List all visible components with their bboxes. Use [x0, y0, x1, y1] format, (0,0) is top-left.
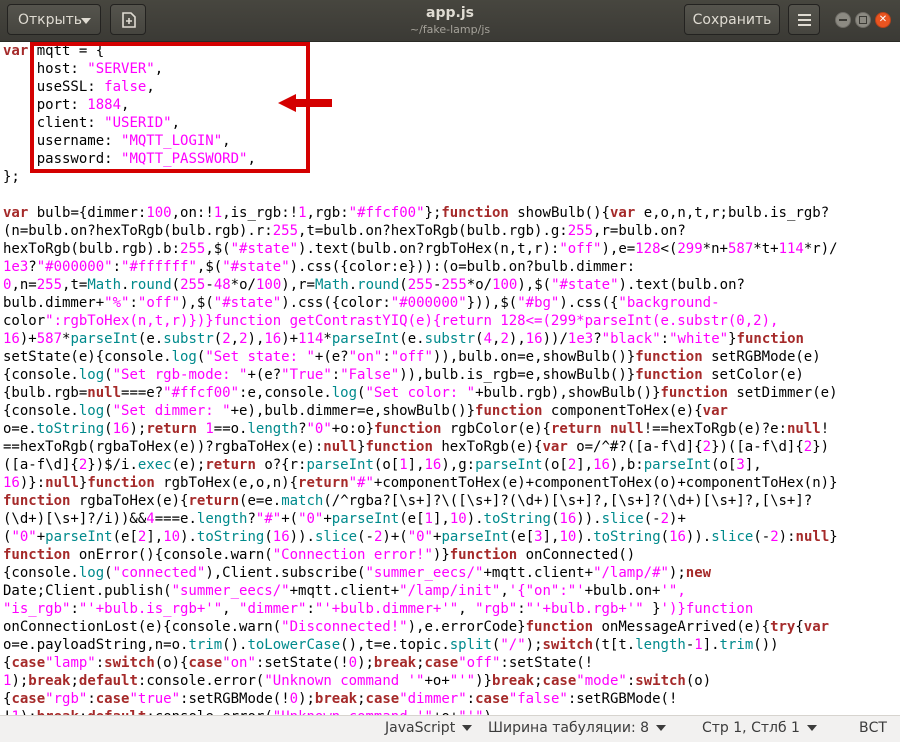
chevron-down-icon: [81, 18, 91, 24]
code-editor[interactable]: var mqtt = { host: "SERVER", useSSL: fal…: [0, 42, 900, 715]
open-button[interactable]: Открыть: [7, 4, 101, 35]
chevron-down-icon: [806, 725, 817, 731]
save-button[interactable]: Сохранить: [684, 4, 780, 35]
red-arrow-icon: [278, 94, 332, 112]
window-title: app.js: [426, 5, 474, 21]
chevron-down-icon: [656, 725, 667, 731]
tab-width-selector[interactable]: Ширина табуляции: 8: [488, 720, 667, 736]
hamburger-menu-icon-line: [798, 19, 811, 21]
language-label: JavaScript: [385, 720, 456, 736]
menu-button[interactable]: [788, 4, 820, 35]
header-bar: Открыть app.js ~/fake-lamp/js Сохранить …: [0, 0, 900, 42]
tab-width-label: Ширина табуляции: 8: [488, 720, 650, 736]
open-button-label: Открыть: [18, 12, 82, 28]
maximize-icon: [859, 16, 867, 24]
chevron-down-icon: [462, 725, 473, 731]
minimize-button[interactable]: [835, 12, 851, 28]
maximize-button[interactable]: [855, 12, 871, 28]
language-selector[interactable]: JavaScript: [385, 720, 473, 736]
cursor-position[interactable]: Стр 1, Стлб 1: [702, 720, 817, 736]
hamburger-menu-icon-line: [798, 24, 811, 26]
status-bar: JavaScript Ширина табуляции: 8 Стр 1, Ст…: [0, 715, 900, 742]
new-document-button[interactable]: [110, 4, 146, 35]
close-button[interactable]: ✕: [875, 12, 891, 28]
new-document-icon: [122, 12, 136, 28]
close-icon: ✕: [878, 14, 888, 25]
minimize-icon: [839, 19, 847, 21]
file-path: ~/fake-lamp/js: [409, 23, 491, 36]
insert-mode: ВСТ: [859, 720, 887, 736]
annotation-highlight-box: [30, 42, 310, 173]
hamburger-menu-icon: [798, 14, 811, 16]
cursor-position-label: Стр 1, Стлб 1: [702, 720, 800, 736]
